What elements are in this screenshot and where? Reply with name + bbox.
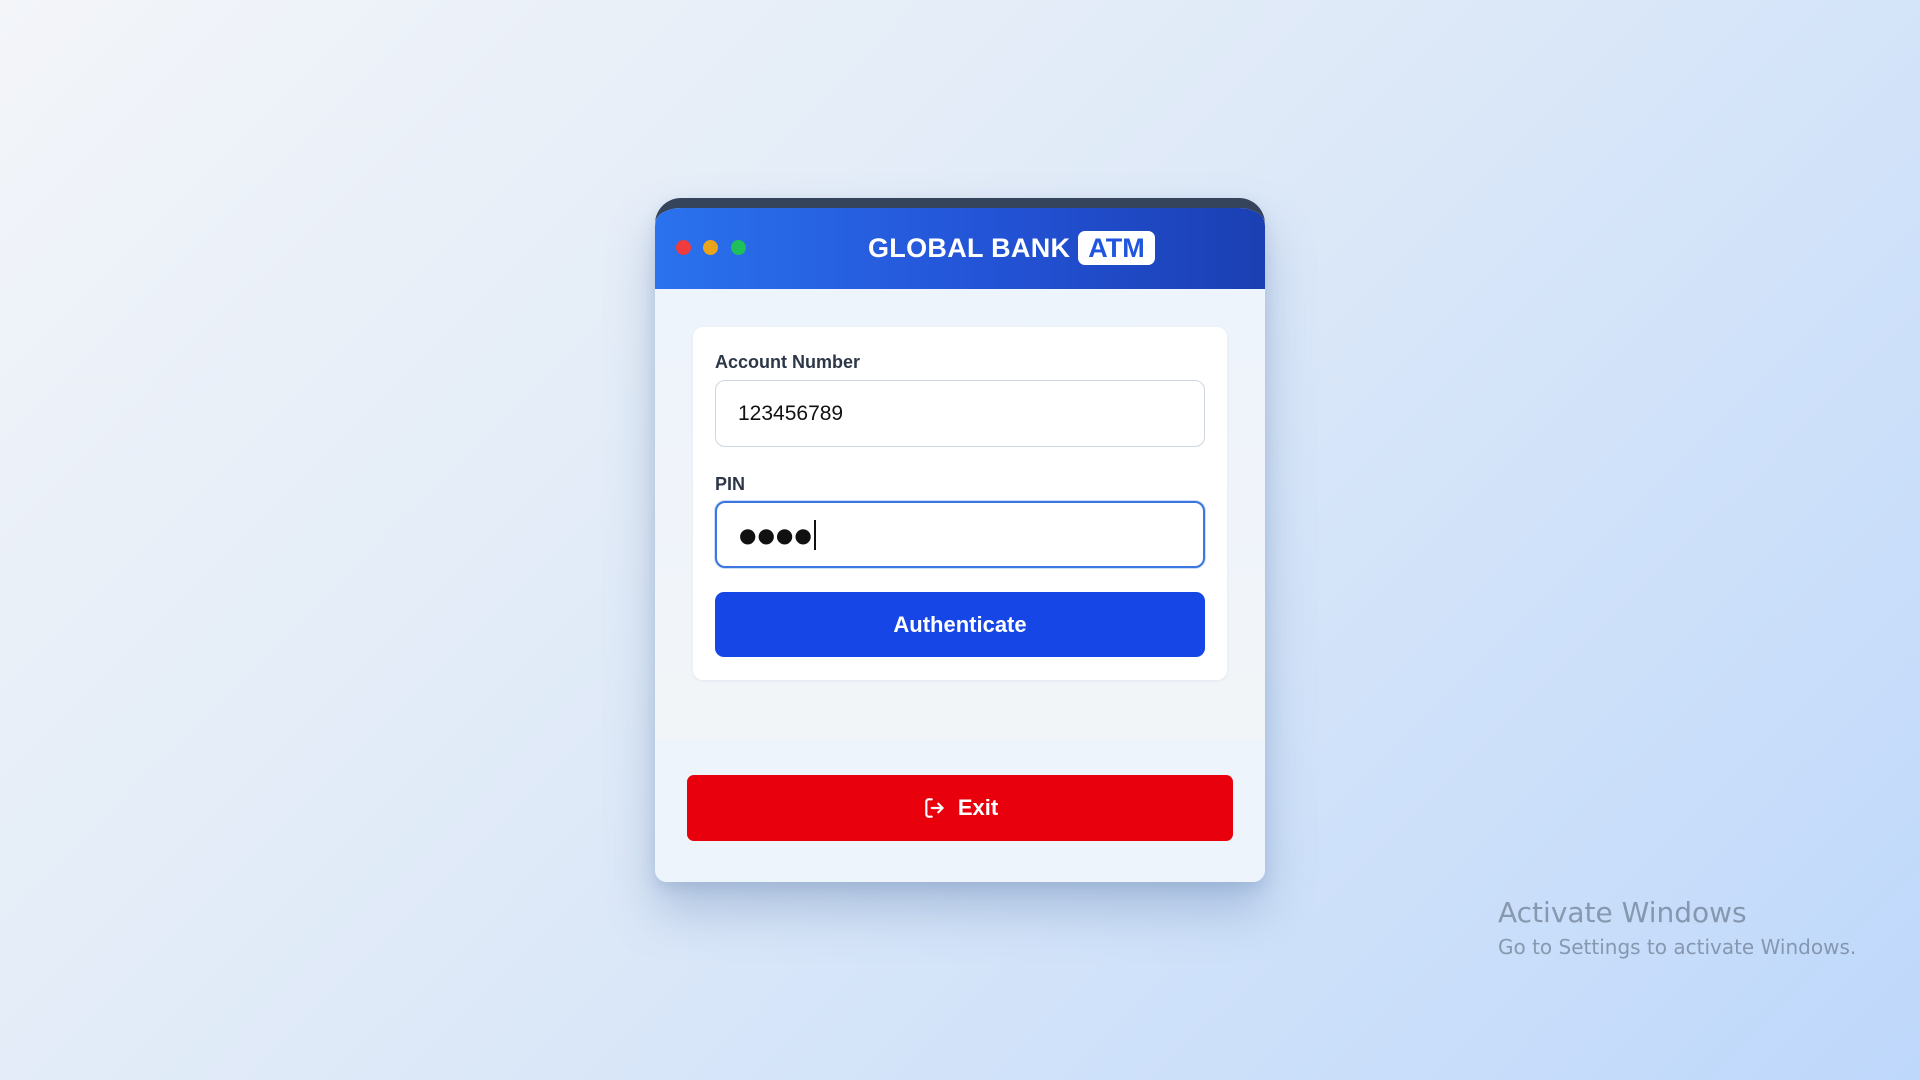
title-bar: GLOBAL BANK ATM [655,208,1265,289]
pin-input[interactable]: ●●●● [715,501,1205,568]
content-area: Account Number PIN ●●●● Authenticate [655,289,1265,739]
exit-label: Exit [957,795,999,820]
minimize-dot[interactable] [703,240,718,255]
windows-activation-watermark: Activate Windows Go to Settings to activ… [1498,895,1856,961]
pin-label: PIN [715,474,746,494]
watermark-title: Activate Windows [1498,896,1747,929]
text-caret [813,519,816,550]
login-card: Account Number PIN ●●●● Authenticate [693,327,1227,680]
brand-badge: ATM [1078,231,1155,265]
watermark-subtitle: Go to Settings to activate Windows. [1498,935,1857,959]
pin-masked-value: ●●●● [739,522,813,547]
account-number-input[interactable] [715,380,1205,447]
brand-logo: GLOBAL BANK ATM [868,228,1155,268]
brand-name: GLOBAL BANK [868,232,1071,263]
maximize-dot[interactable] [731,240,746,255]
close-dot[interactable] [676,240,691,255]
authenticate-button[interactable]: Authenticate [715,592,1205,657]
account-number-label: Account Number [715,352,861,372]
exit-button[interactable]: Exit [687,775,1233,841]
sign-out-icon [925,798,944,818]
atm-window: GLOBAL BANK ATM Account Number PIN ●●●● … [655,198,1265,882]
footer-area: Exit [655,739,1265,882]
